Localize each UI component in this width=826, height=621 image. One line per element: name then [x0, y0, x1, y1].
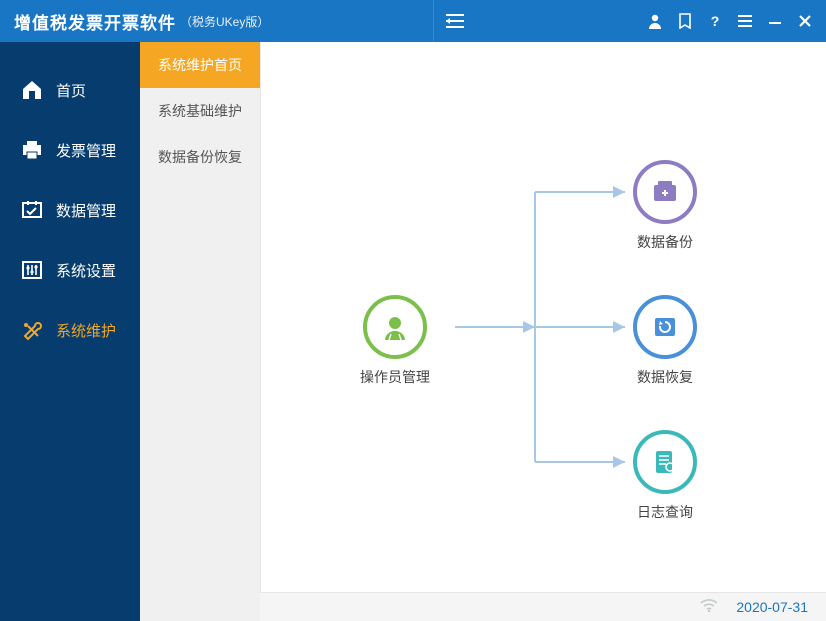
collapse-sidebar-button[interactable]: [433, 0, 476, 42]
node-label: 数据备份: [637, 232, 693, 252]
app-title: 增值税发票开票软件: [0, 9, 176, 34]
sidebar-item-maintenance[interactable]: 系统维护: [0, 300, 140, 360]
printer-icon: [20, 138, 44, 162]
menu-button[interactable]: [730, 0, 760, 42]
menu-icon: [737, 14, 753, 28]
close-button[interactable]: [790, 0, 820, 42]
node-label: 数据恢复: [637, 367, 693, 387]
log-search-icon: [633, 430, 697, 494]
submenu-item-backup[interactable]: 数据备份恢复: [140, 134, 260, 180]
submenu-item-label: 系统基础维护: [158, 101, 242, 121]
sliders-icon: [20, 258, 44, 282]
content-area: 操作员管理 数据备份 数据恢复 日志查询: [260, 42, 826, 621]
status-date: 2020-07-31: [736, 599, 808, 615]
user-icon: [648, 13, 662, 29]
svg-text:?: ?: [711, 13, 720, 29]
diagram-node-restore[interactable]: 数据恢复: [605, 295, 725, 387]
bookmark-icon: [678, 13, 692, 29]
submenu-item-label: 数据备份恢复: [158, 147, 242, 167]
minimize-icon: [768, 14, 782, 28]
node-label: 操作员管理: [360, 367, 430, 387]
titlebar: 增值税发票开票软件 （税务UKey版） ?: [0, 0, 826, 42]
sidebar-item-data[interactable]: 数据管理: [0, 180, 140, 240]
user-button[interactable]: [640, 0, 670, 42]
backup-icon: [633, 160, 697, 224]
tools-icon: [20, 318, 44, 342]
diagram-node-operator[interactable]: 操作员管理: [335, 295, 455, 387]
submenu: 系统维护首页 系统基础维护 数据备份恢复: [140, 42, 260, 621]
diagram-node-backup[interactable]: 数据备份: [605, 160, 725, 252]
close-icon: [798, 14, 812, 28]
home-icon: [20, 78, 44, 102]
diagram-node-log[interactable]: 日志查询: [605, 430, 725, 522]
restore-icon: [633, 295, 697, 359]
sidebar-item-label: 系统设置: [56, 260, 116, 281]
collapse-icon: [446, 14, 464, 28]
statusbar: 2020-07-31: [260, 592, 826, 621]
submenu-item-home[interactable]: 系统维护首页: [140, 42, 260, 88]
help-icon: ?: [708, 13, 722, 29]
sidebar-item-label: 发票管理: [56, 140, 116, 161]
sidebar-item-label: 数据管理: [56, 200, 116, 221]
sidebar: 首页 发票管理 数据管理 系统设置 系统维护: [0, 42, 140, 621]
submenu-item-label: 系统维护首页: [158, 55, 242, 75]
operator-icon: [363, 295, 427, 359]
data-icon: [20, 198, 44, 222]
help-button[interactable]: ?: [700, 0, 730, 42]
app-subtitle: （税务UKey版）: [180, 13, 269, 30]
sidebar-item-home[interactable]: 首页: [0, 60, 140, 120]
sidebar-item-settings[interactable]: 系统设置: [0, 240, 140, 300]
node-label: 日志查询: [637, 502, 693, 522]
sidebar-item-label: 首页: [56, 80, 86, 101]
wifi-icon: [700, 599, 718, 616]
sidebar-item-invoice[interactable]: 发票管理: [0, 120, 140, 180]
sidebar-item-label: 系统维护: [56, 320, 116, 341]
minimize-button[interactable]: [760, 0, 790, 42]
bookmark-button[interactable]: [670, 0, 700, 42]
submenu-item-basic[interactable]: 系统基础维护: [140, 88, 260, 134]
